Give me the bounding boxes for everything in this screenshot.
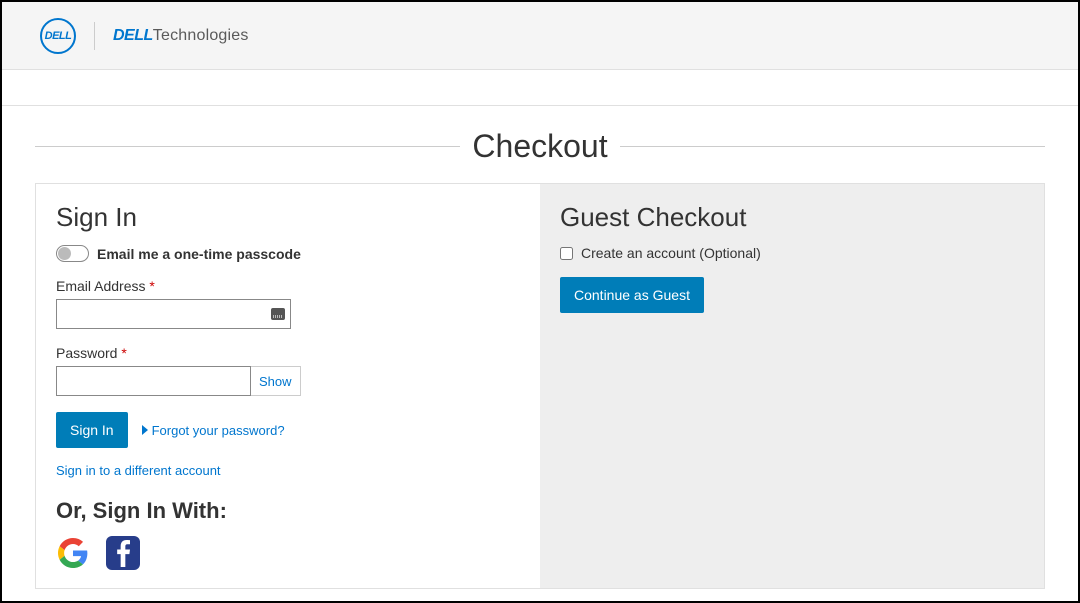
password-label-text: Password	[56, 345, 117, 361]
dell-logo-text: DELL	[45, 30, 72, 42]
create-account-row: Create an account (Optional)	[560, 245, 1024, 261]
forgot-password-link[interactable]: Forgot your password?	[142, 423, 285, 438]
sub-header-bar	[2, 70, 1078, 106]
create-account-label: Create an account (Optional)	[581, 245, 761, 261]
signin-title: Sign In	[56, 202, 520, 233]
password-field-group: Password * Show	[56, 345, 520, 396]
password-label: Password *	[56, 345, 520, 361]
top-header: DELL DELLTechnologies	[2, 2, 1078, 70]
signin-action-row: Sign In Forgot your password?	[56, 412, 520, 448]
checkout-title-wrap: Checkout	[35, 128, 1045, 165]
required-mark: *	[149, 278, 154, 294]
guest-panel: Guest Checkout Create an account (Option…	[540, 184, 1044, 588]
required-mark: *	[121, 345, 126, 361]
toggle-knob-icon	[58, 247, 71, 260]
signin-panel: Sign In Email me a one-time passcode Ema…	[36, 184, 540, 588]
facebook-icon	[113, 539, 133, 567]
dell-logo-icon[interactable]: DELL	[40, 18, 76, 54]
email-label-text: Email Address	[56, 278, 145, 294]
page-title: Checkout	[472, 128, 607, 165]
guest-title: Guest Checkout	[560, 202, 1024, 233]
title-line-left	[35, 146, 460, 147]
email-label: Email Address *	[56, 278, 520, 294]
title-line-right	[620, 146, 1045, 147]
caret-right-icon	[142, 425, 148, 435]
panel-container: Sign In Email me a one-time passcode Ema…	[35, 183, 1045, 589]
google-signin-button[interactable]	[56, 536, 90, 570]
header-divider	[94, 22, 95, 50]
social-login-row	[56, 536, 520, 570]
or-signin-title: Or, Sign In With:	[56, 498, 520, 524]
email-field-group: Email Address *	[56, 278, 520, 329]
keyboard-icon	[271, 308, 285, 320]
facebook-signin-button[interactable]	[106, 536, 140, 570]
signin-button[interactable]: Sign In	[56, 412, 128, 448]
show-password-button[interactable]: Show	[251, 366, 301, 396]
passcode-toggle-label: Email me a one-time passcode	[97, 246, 301, 262]
passcode-toggle-row: Email me a one-time passcode	[56, 245, 520, 262]
google-icon	[58, 538, 88, 568]
brand-light: Technologies	[153, 27, 249, 44]
create-account-checkbox[interactable]	[560, 247, 573, 260]
forgot-password-text: Forgot your password?	[152, 423, 285, 438]
passcode-toggle[interactable]	[56, 245, 89, 262]
brand-bold: DELL	[113, 27, 153, 44]
different-account-link[interactable]: Sign in to a different account	[56, 463, 221, 478]
email-input[interactable]	[56, 299, 291, 329]
continue-as-guest-button[interactable]: Continue as Guest	[560, 277, 704, 313]
dell-technologies-logo[interactable]: DELLTechnologies	[113, 27, 249, 45]
email-input-wrap	[56, 299, 291, 329]
password-input[interactable]	[56, 366, 251, 396]
password-input-wrap: Show	[56, 366, 291, 396]
